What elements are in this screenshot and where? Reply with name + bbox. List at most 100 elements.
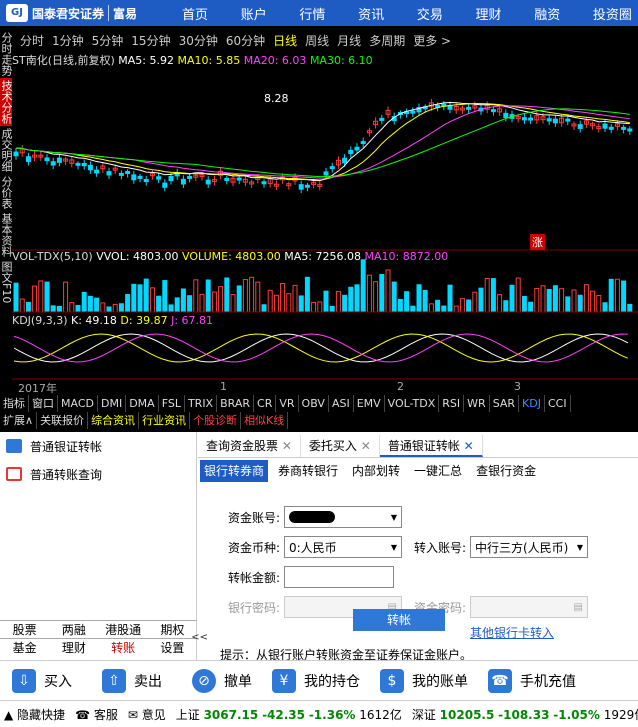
close-icon[interactable]: ✕ bbox=[464, 439, 474, 453]
nav-finance[interactable]: 融资 bbox=[534, 4, 560, 23]
indicator-tab-brar[interactable]: BRAR bbox=[217, 395, 255, 412]
period-30min[interactable]: 30分钟 bbox=[179, 32, 218, 49]
target-account-select[interactable]: 中行三方(人民币) ▼ bbox=[470, 536, 588, 558]
extra-expand[interactable]: 扩展∧ bbox=[0, 412, 38, 429]
statement-button[interactable]: $ 我的账单 bbox=[380, 668, 468, 693]
sell-button[interactable]: ⇧ 卖出 bbox=[102, 668, 162, 693]
indicator-tab-trix[interactable]: TRIX bbox=[185, 395, 218, 412]
indicator-tab-cr[interactable]: CR bbox=[254, 395, 277, 412]
indicator-tab-vol-tdx[interactable]: VOL-TDX bbox=[385, 395, 440, 412]
indicator-tab-fsl[interactable]: FSL bbox=[159, 395, 185, 412]
side-item-bank-transfer[interactable]: 普通银证转帐 bbox=[0, 432, 196, 460]
candle bbox=[143, 179, 149, 183]
nav-quotes[interactable]: 行情 bbox=[299, 4, 325, 23]
subnav-consolidate[interactable]: 一键汇总 bbox=[410, 460, 466, 482]
currency-select[interactable]: 0:人民币 ▼ bbox=[284, 536, 402, 558]
indicator-tab-emv[interactable]: EMV bbox=[354, 395, 385, 412]
period-15min[interactable]: 15分钟 bbox=[131, 32, 170, 49]
nav-account[interactable]: 账户 bbox=[241, 4, 267, 23]
indicator-tab-wr[interactable]: WR bbox=[464, 395, 490, 412]
feedback-button[interactable]: ✉ 意见 bbox=[128, 706, 166, 723]
nav-trade[interactable]: 交易 bbox=[417, 4, 443, 23]
subnav-bank-balance[interactable]: 查银行资金 bbox=[472, 460, 540, 482]
left-tab-technical[interactable]: 技术分析 bbox=[0, 78, 13, 126]
period-monthly[interactable]: 月线 bbox=[337, 32, 361, 49]
subnav-internal[interactable]: 内部划转 bbox=[348, 460, 404, 482]
indicator-tab--[interactable]: 指标 bbox=[0, 395, 29, 412]
hide-shortcuts-toggle[interactable]: ▲ 隐藏快捷 bbox=[4, 706, 65, 723]
volume-bar bbox=[335, 291, 341, 313]
cat-hk-connect[interactable]: 港股通 bbox=[99, 621, 148, 638]
sh-index[interactable]: 上证 3067.15 -42.35 -1.36% 1612亿 bbox=[176, 706, 402, 723]
indicator-tab-sar[interactable]: SAR bbox=[490, 395, 520, 412]
extra-related-quotes[interactable]: 关联报价 bbox=[37, 412, 89, 429]
indicator-tab-dma[interactable]: DMA bbox=[126, 395, 159, 412]
cancel-order-button[interactable]: ⊘ 撤单 bbox=[192, 668, 252, 693]
indicator-tab-asi[interactable]: ASI bbox=[329, 395, 354, 412]
sz-index[interactable]: 深证 10205.5 -108.33 -1.05% 1929亿 bbox=[412, 706, 638, 723]
quick-toolbar: ⇩ 买入 ⇧ 卖出 ⊘ 撤单 ¥ 我的持仓 $ 我的账单 ☎ 手机充值 bbox=[0, 660, 638, 700]
service-button[interactable]: ☎ 客服 bbox=[75, 706, 118, 723]
volume-bar bbox=[199, 293, 205, 313]
close-icon[interactable]: ✕ bbox=[361, 439, 371, 453]
nav-news[interactable]: 资讯 bbox=[358, 4, 384, 23]
indicator-tab-obv[interactable]: OBV bbox=[299, 395, 329, 412]
period-60min[interactable]: 60分钟 bbox=[226, 32, 265, 49]
tab-bank-transfer[interactable]: 普通银证转帐 ✕ bbox=[379, 435, 483, 457]
cat-margin[interactable]: 两融 bbox=[49, 621, 98, 638]
candle bbox=[168, 175, 174, 182]
indicator-tab-rsi[interactable]: RSI bbox=[439, 395, 465, 412]
period-daily[interactable]: 日线 bbox=[273, 32, 297, 49]
candle bbox=[503, 112, 509, 118]
positions-button[interactable]: ¥ 我的持仓 bbox=[272, 668, 360, 693]
period-multi[interactable]: 多周期 bbox=[369, 32, 405, 49]
candle bbox=[187, 175, 193, 179]
period-5min[interactable]: 5分钟 bbox=[92, 32, 124, 49]
amount-input[interactable] bbox=[284, 566, 394, 588]
left-tab-price-table[interactable]: 分价表 bbox=[0, 174, 13, 211]
indicator-tab-dmi[interactable]: DMI bbox=[98, 395, 127, 412]
indicator-tab-cci[interactable]: CCI bbox=[545, 395, 571, 412]
cat-stocks[interactable]: 股票 bbox=[0, 621, 49, 638]
subnav-broker-to-bank[interactable]: 券商转银行 bbox=[274, 460, 342, 482]
extra-similar-kline[interactable]: 相似K线 bbox=[241, 412, 289, 429]
fund-password-input[interactable]: ▤ bbox=[470, 596, 588, 618]
period-1min[interactable]: 1分钟 bbox=[52, 32, 84, 49]
indicator-tab-kdj[interactable]: KDJ bbox=[519, 395, 545, 412]
subnav-bank-to-broker[interactable]: 银行转券商 bbox=[200, 460, 269, 482]
period-weekly[interactable]: 周线 bbox=[305, 32, 329, 49]
buy-button[interactable]: ⇩ 买入 bbox=[12, 668, 72, 693]
tab-buy-order[interactable]: 委托买入 ✕ bbox=[301, 435, 380, 457]
extra-diagnosis[interactable]: 个股诊断 bbox=[190, 412, 242, 429]
transfer-submit-button[interactable]: 转帐 bbox=[353, 609, 445, 631]
account-select[interactable]: ▼ bbox=[284, 506, 402, 528]
nav-circle[interactable]: 投资圈 bbox=[593, 4, 632, 23]
cat-wealth[interactable]: 理财 bbox=[49, 639, 98, 656]
tab-query-funds[interactable]: 查询资金股票 ✕ bbox=[198, 435, 301, 457]
indicator-tab--[interactable]: 窗口 bbox=[29, 395, 58, 412]
cat-transfer[interactable]: 转账 bbox=[99, 639, 148, 656]
volume-bar bbox=[149, 287, 155, 313]
left-tab-timeshare[interactable]: 分时走势 bbox=[0, 30, 13, 78]
extra-news[interactable]: 综合资讯 bbox=[88, 412, 140, 429]
indicator-tab-macd[interactable]: MACD bbox=[58, 395, 98, 412]
close-icon[interactable]: ✕ bbox=[282, 439, 292, 453]
nav-wealth[interactable]: 理财 bbox=[476, 4, 502, 23]
left-tab-trades[interactable]: 成交明细 bbox=[0, 126, 13, 174]
extra-industry[interactable]: 行业资讯 bbox=[139, 412, 191, 429]
other-bank-link[interactable]: 其他银行卡转入 bbox=[470, 624, 554, 641]
period-tick[interactable]: 分时 bbox=[20, 32, 44, 49]
period-more[interactable]: 更多 > bbox=[413, 32, 451, 49]
kline-chart[interactable]: ST南化(日线,前复权) MA5: 5.92 MA10: 5.85 MA20: … bbox=[12, 50, 638, 395]
left-tab-f10[interactable]: 图文F10 bbox=[0, 259, 13, 305]
side-item-transfer-query[interactable]: 普通转账查询 bbox=[0, 460, 196, 488]
indicator-tab-vr[interactable]: VR bbox=[276, 395, 299, 412]
cat-settings[interactable]: 设置 bbox=[148, 639, 197, 656]
nav-home[interactable]: 首页 bbox=[182, 4, 208, 23]
volume-bar bbox=[180, 288, 186, 313]
mobile-recharge-button[interactable]: ☎ 手机充值 bbox=[488, 668, 576, 693]
cat-funds[interactable]: 基金 bbox=[0, 639, 49, 656]
left-tab-basic-info[interactable]: 基本资料 bbox=[0, 211, 13, 259]
volume-bar bbox=[627, 303, 633, 313]
cat-options[interactable]: 期权 bbox=[148, 621, 197, 638]
